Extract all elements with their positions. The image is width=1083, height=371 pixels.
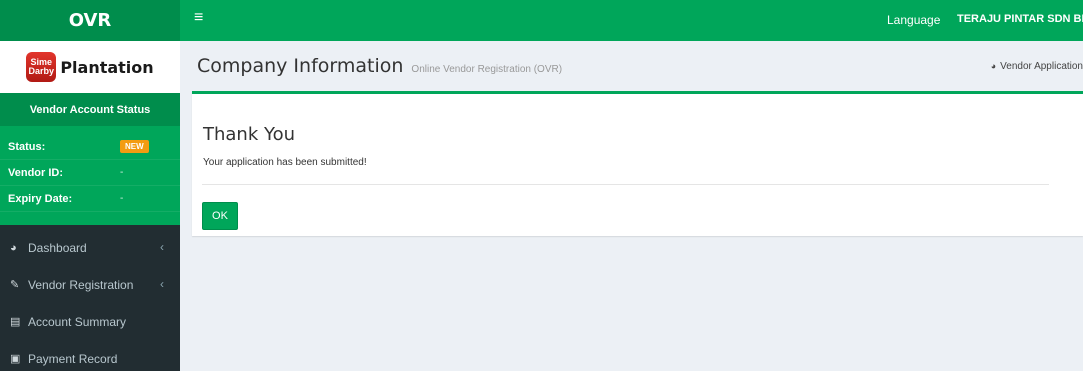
hamburger-icon[interactable]: ≡ <box>194 9 203 27</box>
sime-darby-logo: Sime Darby <box>26 52 57 82</box>
sidebar-item-vendor-registration[interactable]: ✎ Vendor Registration ‹ <box>0 266 180 303</box>
confirmation-heading: Thank You <box>203 124 296 145</box>
chevron-left-icon: ‹ <box>160 240 164 254</box>
status-label: Status: <box>8 140 46 153</box>
sidebar-item-payment-record[interactable]: ▣ Payment Record <box>0 340 180 371</box>
money-icon: ▣ <box>10 353 21 365</box>
navbar: ≡ Language TERAJU PINTAR SDN BHD <box>180 0 1083 41</box>
list-icon: ▤ <box>10 316 21 328</box>
vendor-account-status-panel: Vendor Account Status Status: NEW Vendor… <box>0 93 180 225</box>
page-subtitle: Online Vendor Registration (OVR) <box>411 63 563 75</box>
sidebar-menu: ◕ Dashboard ‹ ✎ Vendor Registration ‹ ▤ … <box>0 225 180 371</box>
dashboard-icon: ◕ <box>10 241 17 254</box>
confirmation-box: Thank You Your application has been subm… <box>192 91 1083 236</box>
brand-badge-line2: Darby <box>28 66 55 76</box>
vendor-id-value: - <box>120 167 124 178</box>
breadcrumb[interactable]: ◕ Vendor Application <box>991 61 1083 72</box>
vendor-id-row: Vendor ID: - <box>0 160 180 186</box>
status-panel-title: Vendor Account Status <box>0 93 180 126</box>
expiry-date-label: Expiry Date: <box>8 192 73 205</box>
status-row: Status: NEW <box>0 134 180 160</box>
top-navbar: OVR ≡ Language TERAJU PINTAR SDN BHD <box>0 0 1083 41</box>
ok-button[interactable]: OK <box>202 202 238 230</box>
sidebar-item-account-summary[interactable]: ▤ Account Summary <box>0 303 180 340</box>
user-company-menu[interactable]: TERAJU PINTAR SDN BHD <box>957 13 1083 25</box>
chevron-left-icon: ‹ <box>160 277 164 291</box>
sidebar-item-label: Payment Record <box>28 351 118 366</box>
language-menu[interactable]: Language <box>887 13 940 27</box>
brand-name: Plantation <box>60 57 154 77</box>
sidebar-item-label: Vendor Registration <box>28 277 134 292</box>
expiry-date-value: - <box>120 193 124 204</box>
dashboard-icon: ◕ <box>990 61 997 71</box>
status-badge: NEW <box>120 140 149 153</box>
content-header: Company Information Online Vendor Regist… <box>180 41 1083 91</box>
breadcrumb-label: Vendor Application <box>1000 61 1083 72</box>
sidebar-item-dashboard[interactable]: ◕ Dashboard ‹ <box>0 229 180 266</box>
sidebar-item-label: Account Summary <box>28 314 127 329</box>
confirmation-message: Your application has been submitted! <box>203 157 367 168</box>
expiry-date-row: Expiry Date: - <box>0 186 180 212</box>
brand-logo: Sime Darby Plantation <box>0 41 180 93</box>
sidebar: Sime Darby Plantation Vendor Account Sta… <box>0 41 180 371</box>
edit-icon: ✎ <box>10 279 20 291</box>
vendor-id-label: Vendor ID: <box>8 166 64 179</box>
sidebar-item-label: Dashboard <box>28 240 87 255</box>
page-title: Company Information <box>197 55 404 77</box>
divider <box>202 184 1049 185</box>
app-logo[interactable]: OVR <box>0 0 180 41</box>
